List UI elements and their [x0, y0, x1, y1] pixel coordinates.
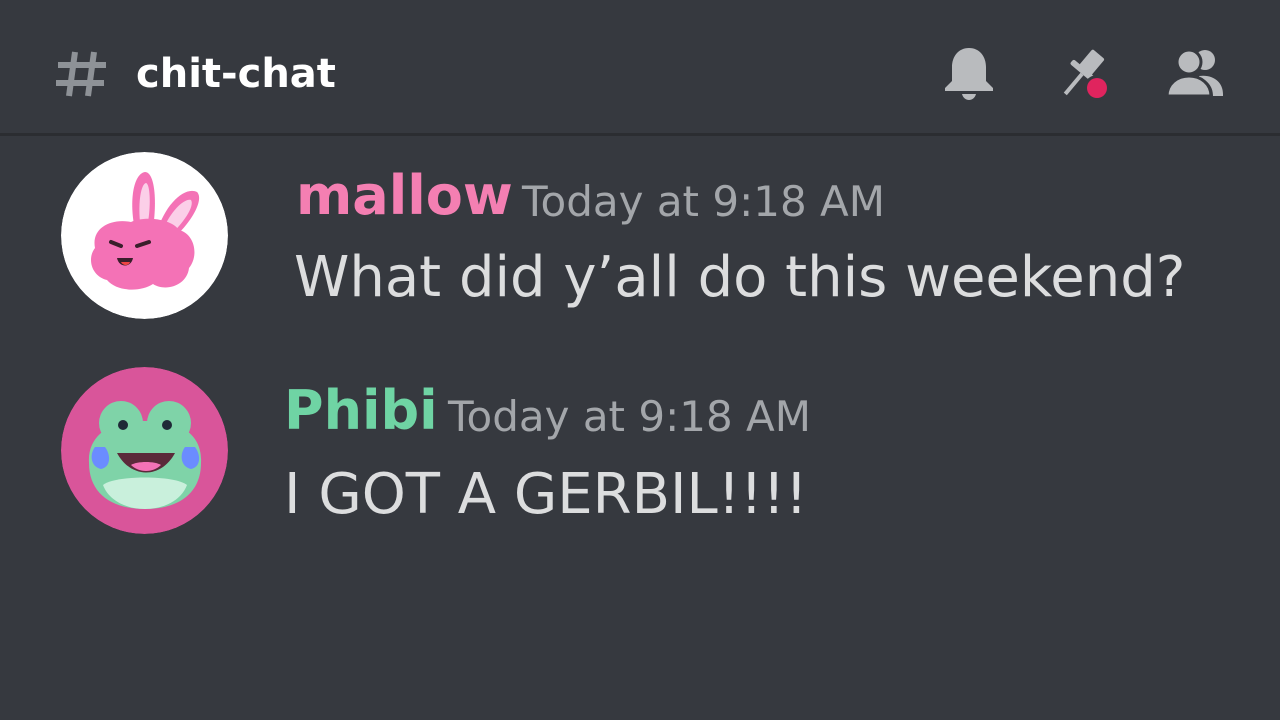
pink-bunny-avatar[interactable]: [61, 152, 228, 319]
chat-app: chit-chat mallow Today at 9:18 AM What d…: [0, 0, 1280, 720]
channel-header: chit-chat: [0, 0, 1280, 136]
message-content: What did y’all do this weekend?: [294, 245, 1186, 310]
username[interactable]: Phibi: [284, 379, 438, 443]
message-timestamp: Today at 9:18 AM: [448, 392, 812, 441]
pinned-messages-button[interactable]: [1050, 42, 1114, 106]
unread-badge-dot: [1087, 78, 1107, 98]
members-icon: [1165, 48, 1223, 98]
message-item: mallow Today at 9:18 AM What did y’all d…: [0, 150, 1280, 325]
channel-name: chit-chat: [136, 51, 336, 97]
hash-icon: [54, 46, 110, 102]
notification-button[interactable]: [937, 42, 1001, 106]
pin-icon: [1063, 49, 1110, 101]
member-list-button[interactable]: [1163, 42, 1227, 106]
message-item: Phibi Today at 9:18 AM I GOT A GERBIL!!!…: [0, 365, 1280, 540]
green-frog-avatar[interactable]: [61, 367, 228, 534]
username[interactable]: mallow: [296, 164, 513, 228]
message-content: I GOT A GERBIL!!!!: [284, 462, 808, 527]
message-timestamp: Today at 9:18 AM: [522, 177, 886, 226]
bell-icon: [945, 48, 993, 100]
